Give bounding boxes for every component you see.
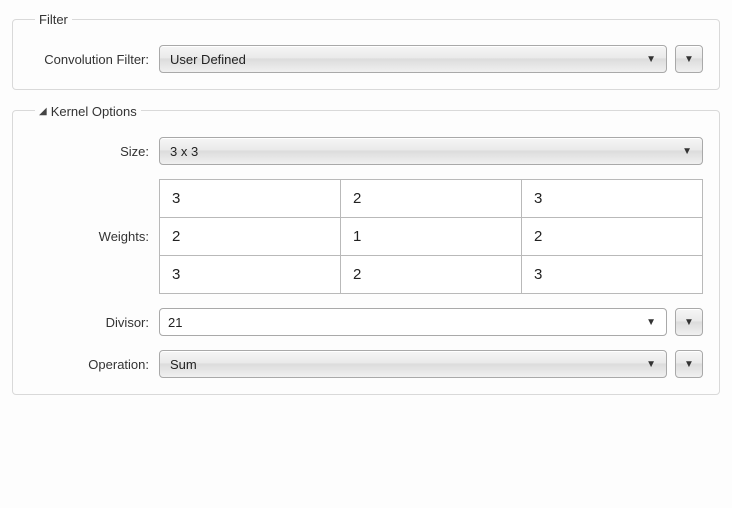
divisor-value: 21	[168, 315, 638, 330]
weight-cell[interactable]: 3	[160, 256, 341, 294]
divisor-combo[interactable]: 21 ▼	[159, 308, 667, 336]
filter-legend: Filter	[35, 12, 72, 27]
weight-cell[interactable]: 3	[522, 180, 703, 218]
divisor-menu-button[interactable]: ▼	[675, 308, 703, 336]
chevron-down-icon: ▼	[684, 54, 694, 65]
chevron-down-icon: ▼	[646, 54, 656, 65]
convolution-filter-row: Convolution Filter: User Defined ▼ ▼	[29, 45, 703, 73]
weight-cell[interactable]: 3	[160, 180, 341, 218]
operation-menu-button[interactable]: ▼	[675, 350, 703, 378]
chevron-down-icon: ▼	[646, 359, 656, 370]
kernel-options-legend: Kernel Options	[51, 104, 137, 119]
weight-cell[interactable]: 2	[522, 218, 703, 256]
table-row: 2 1 2	[160, 218, 703, 256]
weight-cell[interactable]: 2	[341, 180, 522, 218]
divisor-row: Divisor: 21 ▼ ▼	[29, 308, 703, 336]
operation-value: Sum	[170, 357, 197, 372]
operation-combo[interactable]: Sum ▼	[159, 350, 667, 378]
chevron-down-icon: ▼	[684, 317, 694, 328]
chevron-down-icon: ▼	[684, 359, 694, 370]
weight-cell[interactable]: 2	[160, 218, 341, 256]
weights-row: Weights: 3 2 3 2 1 2 3 2 3	[29, 179, 703, 294]
size-label: Size:	[29, 144, 159, 159]
filter-group: Filter Convolution Filter: User Defined …	[12, 12, 720, 90]
convolution-filter-label: Convolution Filter:	[29, 52, 159, 67]
weight-cell[interactable]: 3	[522, 256, 703, 294]
operation-label: Operation:	[29, 357, 159, 372]
size-row: Size: 3 x 3 ▼	[29, 137, 703, 165]
convolution-filter-combo[interactable]: User Defined ▼	[159, 45, 667, 73]
weight-cell[interactable]: 2	[341, 256, 522, 294]
convolution-filter-menu-button[interactable]: ▼	[675, 45, 703, 73]
divisor-label: Divisor:	[29, 315, 159, 330]
chevron-down-icon: ▼	[646, 317, 656, 328]
weights-grid[interactable]: 3 2 3 2 1 2 3 2 3	[159, 179, 703, 294]
weight-cell[interactable]: 1	[341, 218, 522, 256]
convolution-filter-value: User Defined	[170, 52, 246, 67]
table-row: 3 2 3	[160, 256, 703, 294]
size-combo[interactable]: 3 x 3 ▼	[159, 137, 703, 165]
kernel-options-group: ◢ Kernel Options Size: 3 x 3 ▼ Weights: …	[12, 102, 720, 395]
operation-row: Operation: Sum ▼ ▼	[29, 350, 703, 378]
kernel-options-collapse-toggle[interactable]: ◢	[39, 106, 47, 117]
weights-label: Weights:	[29, 229, 159, 244]
chevron-down-icon: ▼	[682, 146, 692, 157]
size-value: 3 x 3	[170, 144, 198, 159]
table-row: 3 2 3	[160, 180, 703, 218]
